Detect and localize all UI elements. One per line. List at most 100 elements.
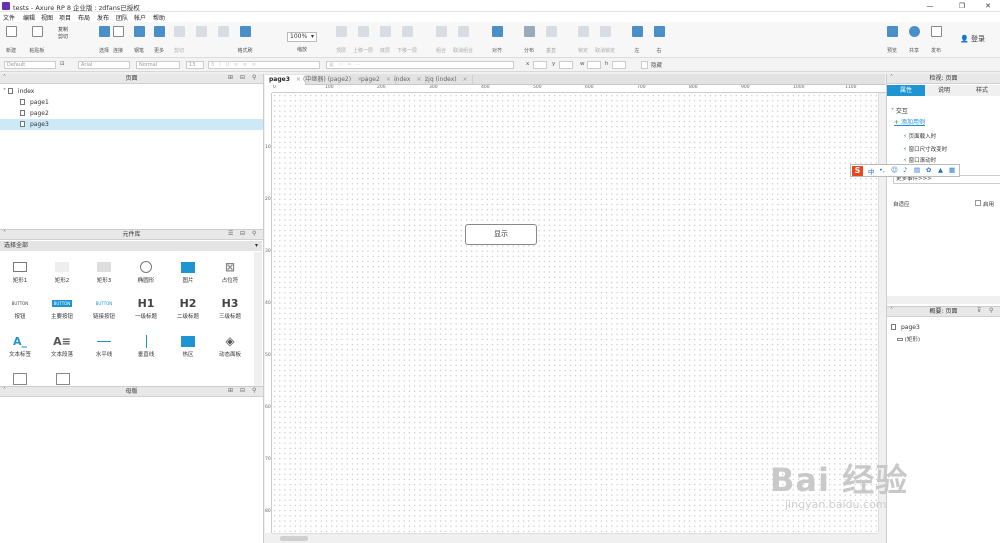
menu-grid-icon[interactable]: ▦ bbox=[949, 166, 955, 174]
import-icon[interactable]: ⊟ bbox=[240, 230, 245, 237]
widget-link-button[interactable]: BUTTON 链接按钮 bbox=[85, 296, 123, 321]
collapse-icon[interactable]: ˄ bbox=[3, 387, 6, 394]
copy-button[interactable]: 复制 bbox=[58, 27, 68, 34]
widget-horizontal-line[interactable]: 水平线 bbox=[85, 334, 123, 358]
filter-icon[interactable]: ⊽ bbox=[977, 307, 981, 314]
skin-icon[interactable]: ✿ bbox=[926, 166, 931, 174]
cut-button[interactable]: 剪切 bbox=[58, 34, 68, 41]
close-icon[interactable]: × bbox=[463, 76, 468, 83]
widget-rect3[interactable]: 矩形3 bbox=[85, 260, 123, 284]
tab-zjq-index[interactable]: zjq (index) × bbox=[421, 75, 473, 85]
emoji-icon[interactable]: ☺ bbox=[891, 166, 898, 174]
font-select[interactable]: Arial bbox=[78, 61, 130, 69]
add-master-icon[interactable]: ⊞ bbox=[228, 387, 233, 394]
minimize-button[interactable]: — bbox=[920, 0, 940, 12]
outline-page-item[interactable]: page3 bbox=[891, 324, 920, 331]
outline-widget-item[interactable]: (矩形) bbox=[897, 335, 920, 343]
collapse-icon[interactable]: ˄ bbox=[890, 307, 893, 314]
page-item-index[interactable]: ˅ index bbox=[0, 86, 263, 97]
menu-publish[interactable]: 发布 bbox=[97, 13, 109, 22]
menu-layout[interactable]: 布局 bbox=[78, 13, 90, 22]
tab-properties[interactable]: 属性 bbox=[887, 85, 925, 96]
widget-text-label[interactable]: A_ 文本标签 bbox=[1, 334, 39, 359]
style-edit-icon[interactable]: ⊡ bbox=[60, 61, 65, 67]
widget-h1[interactable]: H1 一级标题 bbox=[127, 296, 165, 321]
text-format-buttons[interactable]: B I U ≡ ≡ ≡ bbox=[208, 61, 320, 69]
bring-front-button[interactable]: 顶层 bbox=[330, 26, 352, 54]
widget-vertical-line[interactable]: 垂直线 bbox=[127, 334, 165, 358]
menu-view[interactable]: 视图 bbox=[41, 13, 53, 22]
interaction-section[interactable]: ˅ 交互 bbox=[891, 106, 908, 115]
tool-icon[interactable]: ▲ bbox=[938, 166, 943, 174]
paste-button[interactable]: 粘贴板 bbox=[26, 26, 48, 54]
ungroup-button[interactable]: 取消组合 bbox=[452, 26, 474, 54]
format-painter-button[interactable]: 格式刷 bbox=[234, 26, 256, 54]
widget-h2[interactable]: H2 二级标题 bbox=[169, 296, 207, 321]
canvas-horizontal-scrollbar[interactable] bbox=[272, 533, 878, 543]
widget-primary-button[interactable]: BUTTON 主要按钮 bbox=[43, 296, 81, 320]
menu-icon[interactable]: ☰ bbox=[228, 230, 233, 237]
widget-rect1[interactable]: 矩形1 bbox=[1, 260, 39, 284]
page-item-page3[interactable]: page3 bbox=[0, 119, 263, 130]
scroll-thumb[interactable] bbox=[280, 536, 308, 541]
login-button[interactable]: 👤 登录 bbox=[960, 34, 985, 44]
search-icon[interactable]: ⚲ bbox=[989, 307, 993, 314]
add-folder-icon[interactable]: ⊟ bbox=[240, 74, 245, 81]
page-item-page2[interactable]: page2 bbox=[0, 108, 263, 119]
grid-widget-icon[interactable] bbox=[56, 373, 70, 385]
maximize-button[interactable]: ❐ bbox=[952, 0, 972, 12]
group-button[interactable]: 组合 bbox=[430, 26, 452, 54]
widgets-scrollbar[interactable] bbox=[254, 252, 262, 386]
hidden-checkbox[interactable] bbox=[641, 61, 648, 69]
widget-dynamic-panel[interactable]: ◈ 动态面板 bbox=[211, 334, 249, 358]
search-icon[interactable]: ⚲ bbox=[252, 387, 256, 394]
widget-image[interactable]: 图片 bbox=[169, 260, 207, 284]
add-case-link[interactable]: + 添加用例 bbox=[894, 117, 925, 126]
add-folder-icon[interactable]: ⊟ bbox=[240, 387, 245, 394]
voice-icon[interactable]: ♪ bbox=[903, 166, 907, 174]
font-weight-select[interactable]: Normal bbox=[136, 61, 180, 69]
event-window-resize[interactable]: ⚡ 窗口尺寸改变时 bbox=[903, 145, 947, 153]
search-icon[interactable]: ⚲ bbox=[252, 74, 256, 81]
collapse-icon[interactable]: ˄ bbox=[3, 74, 6, 81]
x-input[interactable] bbox=[533, 61, 547, 69]
tab-notes[interactable]: 说明 bbox=[925, 85, 963, 96]
keyboard-icon[interactable]: ▤ bbox=[914, 166, 920, 174]
widget-placeholder[interactable]: ⊠ 占位符 bbox=[211, 260, 249, 284]
connect-tool-button[interactable]: 连接 bbox=[107, 26, 129, 54]
close-button[interactable]: ✕ bbox=[978, 0, 998, 12]
font-size-select[interactable]: 13 bbox=[186, 61, 204, 69]
distribute-button[interactable]: 分布 bbox=[518, 26, 540, 54]
share-button[interactable]: 共享 bbox=[903, 26, 925, 54]
align-button[interactable]: 对齐 bbox=[486, 26, 508, 54]
y-input[interactable] bbox=[559, 61, 573, 69]
left-button[interactable]: 左 bbox=[626, 26, 648, 54]
lock-button[interactable]: 锁定 bbox=[572, 26, 594, 54]
pen-tool-button[interactable]: 钢笔 bbox=[128, 26, 150, 54]
widget-h3[interactable]: H3 三级标题 bbox=[211, 296, 249, 321]
cut-tool-button[interactable]: 剪切 bbox=[168, 26, 190, 54]
more-tool-button[interactable]: 更多 bbox=[148, 26, 170, 54]
search-icon[interactable]: ⚲ bbox=[252, 230, 256, 237]
send-back-button[interactable]: 底层 bbox=[374, 26, 396, 54]
event-page-load[interactable]: ⚡ 页面载入时 bbox=[903, 132, 936, 140]
widget-button[interactable]: BUTTON 按钮 bbox=[1, 296, 39, 321]
split-tool-button[interactable] bbox=[212, 26, 234, 37]
collapse-icon[interactable]: ˄ bbox=[3, 230, 6, 237]
style-select[interactable]: Default bbox=[4, 61, 56, 69]
widget-library-select[interactable]: 选择全部 ▾ bbox=[0, 241, 262, 251]
event-window-scroll[interactable]: ⚡ 窗口滚动时 bbox=[903, 156, 936, 164]
table-widget-icon[interactable] bbox=[13, 373, 27, 385]
menu-project[interactable]: 项目 bbox=[59, 13, 71, 22]
menu-help[interactable]: 帮助 bbox=[153, 13, 165, 22]
inspector-scrollbar[interactable] bbox=[887, 296, 1000, 304]
unlock-button[interactable]: 取消锁定 bbox=[594, 26, 616, 54]
menu-account[interactable]: 帐户 bbox=[134, 13, 146, 22]
widget-hotspot[interactable]: 热区 bbox=[169, 334, 207, 358]
fill-line-buttons[interactable]: ▦ ▭ ═ ⋯ bbox=[326, 61, 514, 69]
menu-team[interactable]: 团队 bbox=[116, 13, 128, 22]
publish-button[interactable]: 发布 bbox=[925, 26, 947, 54]
collapse-icon[interactable]: ˄ bbox=[890, 74, 893, 81]
widget-text-paragraph[interactable]: A≡ 文本段落 bbox=[43, 334, 81, 359]
menu-edit[interactable]: 编辑 bbox=[23, 13, 35, 22]
